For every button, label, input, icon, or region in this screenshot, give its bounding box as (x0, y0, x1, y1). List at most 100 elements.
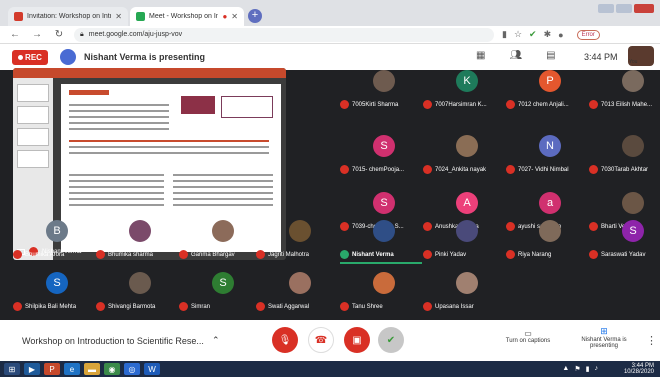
participant-tile[interactable]: Garima Bhargav (179, 216, 267, 268)
participant-label: 7030Tarab Akhtar (589, 165, 648, 174)
tab-meet[interactable]: Meet - Workshop on Introdu... ● ✕ (130, 7, 244, 26)
mic-off-icon (506, 165, 515, 174)
participant-tile[interactable]: B Bhumika Arora (13, 216, 101, 268)
check-icon: ✔ (386, 334, 396, 346)
microphone-button[interactable]: 🎙︎ (272, 327, 298, 353)
participant-tile[interactable]: Upasana Issar (423, 268, 511, 320)
participant-tile[interactable]: S Simran (179, 268, 267, 320)
participant-name: Shilpika Bali Mehta (25, 303, 77, 310)
flag-icon[interactable]: ⚑ (574, 365, 580, 373)
chrome-icon[interactable]: ◉ (104, 363, 120, 375)
participant-tile[interactable]: 7013 Eilish Mahe... (589, 66, 660, 118)
avatar: K (456, 70, 478, 92)
participant-tile[interactable]: 7024_Ankita nayak (423, 131, 511, 183)
check-icon[interactable]: ✔ (529, 29, 537, 40)
participant-name: Saraswati Yadav (601, 251, 646, 258)
volume-icon[interactable]: ♪ (595, 365, 599, 373)
doc-line (69, 180, 164, 182)
meeting-clock: 3:44 PM (584, 52, 618, 62)
media-player-icon[interactable]: ▶ (24, 363, 40, 375)
participant-tile[interactable]: S Saraswati Yadav (589, 216, 660, 268)
forward-icon[interactable]: → (30, 29, 44, 40)
mic-off-icon (423, 302, 432, 311)
participant-tile[interactable]: K 7007Harsimran K... (423, 66, 511, 118)
participant-label: Shivangi Barmota (96, 302, 155, 311)
mic-off-icon (340, 302, 349, 311)
ie-icon[interactable]: e (64, 363, 80, 375)
grid-icon[interactable]: ▦ (476, 50, 485, 61)
doc-heading (69, 90, 109, 95)
signal-icon[interactable]: ▮ (586, 365, 590, 373)
participant-tile[interactable]: Swati Aggarwal (256, 268, 344, 320)
leave-call-button[interactable]: ☎︎ (308, 327, 334, 353)
tab-invitation[interactable]: Invitation: Workshop on Introdu... ✕ (8, 7, 128, 26)
participant-label: Riya Narang (506, 250, 551, 259)
check-button[interactable]: ✔ (378, 327, 404, 353)
profile-icon[interactable]: ● (558, 30, 563, 40)
doc-line (69, 174, 164, 176)
participant-tile[interactable]: Riya Narang (506, 216, 594, 268)
captions-button[interactable]: ▭ Turn on captions (500, 329, 556, 344)
participant-name: Jagriti Malhotra (268, 251, 310, 258)
participant-tile[interactable]: 7030Tarab Akhtar (589, 131, 660, 183)
close-tab-icon[interactable]: ✕ (231, 12, 238, 21)
folder-icon[interactable]: ▬ (84, 363, 100, 375)
start-icon[interactable]: ⊞ (4, 363, 20, 375)
powerpoint-icon[interactable]: P (44, 363, 60, 375)
more-options-icon[interactable]: ⋮ (646, 334, 657, 347)
participant-label: Nishant Verma (340, 250, 394, 259)
mic-off-icon (13, 302, 22, 311)
people-icon[interactable]: 👥︎ (509, 50, 522, 61)
avatar: P (539, 70, 561, 92)
camera-button[interactable]: ▣ (344, 327, 370, 353)
participant-tile[interactable]: P 7012 chem Anjali... (506, 66, 594, 118)
error-button[interactable]: Error (576, 29, 600, 40)
mic-off-icon (340, 100, 349, 109)
mic-off-icon (179, 302, 188, 311)
meeting-details[interactable]: Workshop on Introduction to Scientific R… (22, 335, 219, 346)
participant-tile[interactable]: 7005Kirti Sharma (340, 66, 428, 118)
close-window-button[interactable] (634, 4, 654, 13)
camera-off-icon: ▣ (352, 334, 362, 346)
participant-tile[interactable]: S Shilpika Bali Mehta (13, 268, 101, 320)
doc-line (69, 198, 164, 200)
minimize-button[interactable] (598, 4, 614, 13)
doc-line (69, 146, 269, 148)
edge-icon[interactable]: ◎ (124, 363, 140, 375)
participant-name: 7024_Ankita nayak (435, 166, 487, 173)
star-icon[interactable]: ☆ (514, 29, 522, 40)
up-arrow-icon[interactable]: ▲ (562, 365, 569, 373)
participant-tile[interactable]: N 7027- Vidhi Nimbal (506, 131, 594, 183)
doc-line (173, 174, 273, 176)
camera-icon[interactable]: ▮ (502, 29, 507, 40)
mic-off-icon (13, 250, 22, 259)
taskbar: ⊞ ▶ P e ▬ ◉ ◎ W ▲ ⚑ ▮ ♪ 3:44 PM 10/28/20… (0, 361, 660, 377)
tray-clock[interactable]: 3:44 PM 10/28/2020 (624, 363, 654, 375)
participant-name: Garima Bhargav (191, 251, 235, 258)
participant-tile[interactable]: Jagriti Malhotra (256, 216, 344, 268)
new-tab-button[interactable]: + (248, 9, 262, 23)
participant-label: Simran (179, 302, 210, 311)
participant-tile[interactable]: Tanu Shree (340, 268, 428, 320)
participant-label: Bhumika sharma (96, 250, 153, 259)
mic-off-icon (589, 250, 598, 259)
participant-tile[interactable]: S 7015- chemPooja... (340, 131, 428, 183)
captions-icon: ▭ (524, 329, 532, 338)
puzzle-icon[interactable]: ✱ (544, 29, 552, 40)
chat-icon[interactable]: ▤ (546, 50, 555, 61)
back-icon[interactable]: ← (8, 29, 22, 40)
participant-tile[interactable]: Nishant Verma (340, 216, 428, 268)
participant-tile[interactable]: Pinki Yadav (423, 216, 511, 268)
chevron-up-icon[interactable]: ⌃ (212, 335, 220, 346)
reload-icon[interactable]: ↻ (52, 29, 66, 40)
url-field[interactable]: 🔒︎ meet.google.com/aju-jusp-vov (74, 27, 494, 42)
close-tab-icon[interactable]: ✕ (115, 12, 122, 21)
participant-tile[interactable]: Bhumika sharma (96, 216, 184, 268)
maximize-button[interactable] (616, 4, 632, 13)
doc-line (69, 122, 169, 124)
present-button[interactable]: ⊞ Nishant Verma is presenting (574, 326, 634, 349)
mic-off-icon (423, 100, 432, 109)
avatar: A (456, 192, 478, 214)
participant-tile[interactable]: Shivangi Barmota (96, 268, 184, 320)
word-icon[interactable]: W (144, 363, 160, 375)
